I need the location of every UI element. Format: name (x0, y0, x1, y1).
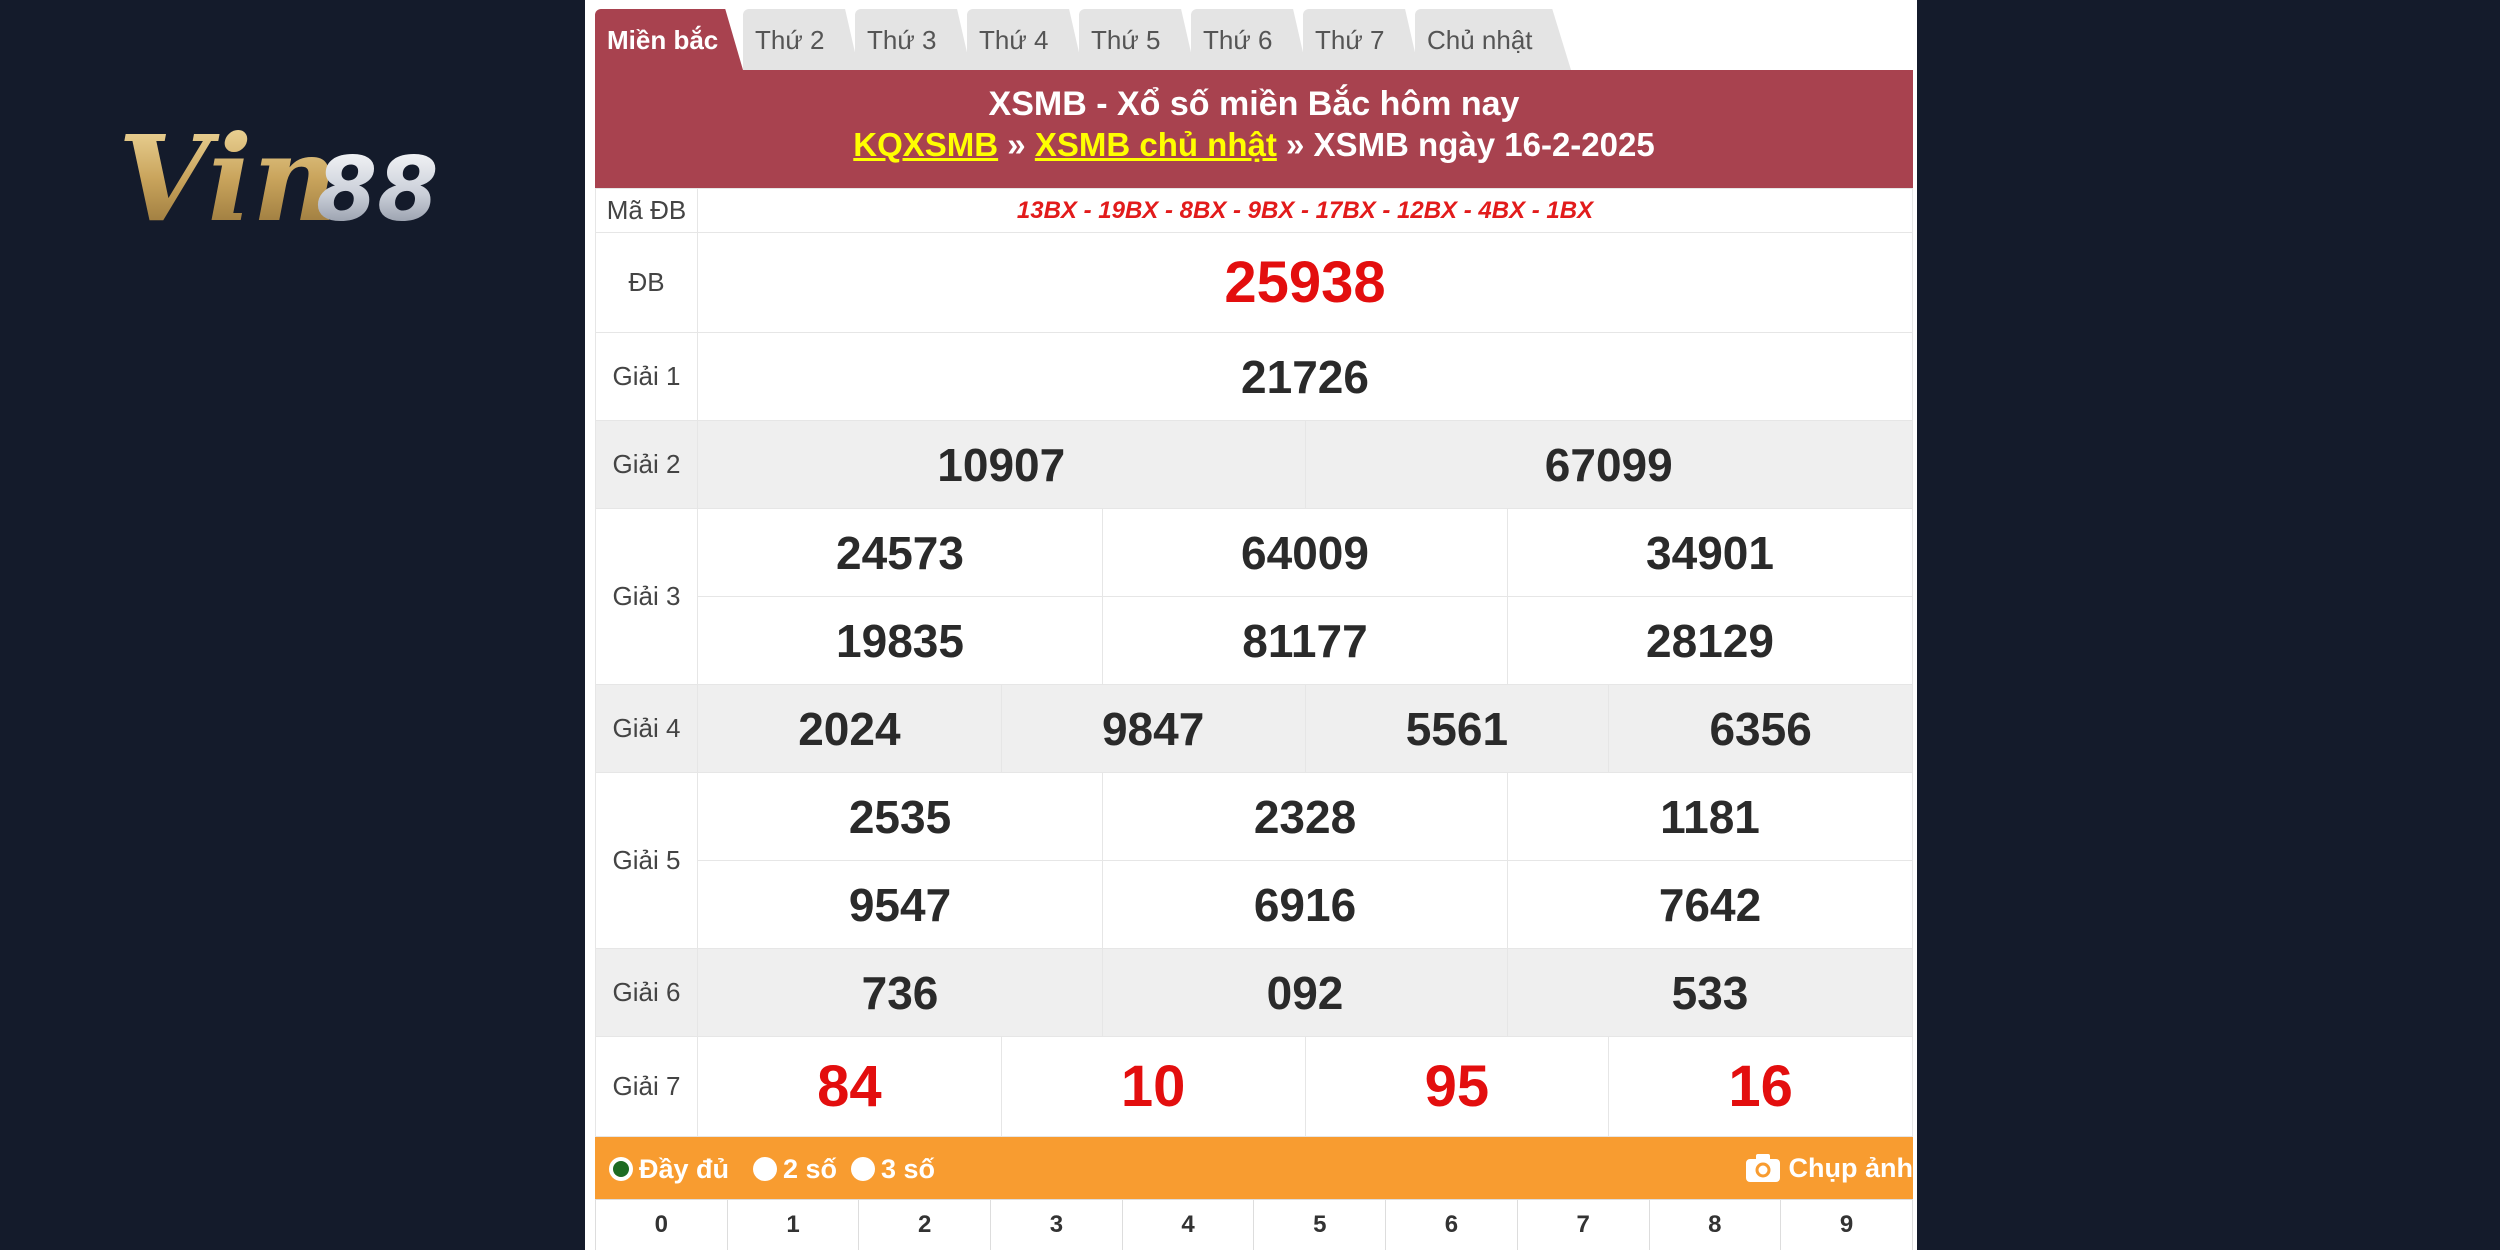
g5-number: 7642 (1507, 860, 1913, 949)
g4-number: 5561 (1304, 684, 1610, 773)
option-3-digits[interactable]: 3 số (851, 1137, 935, 1201)
g3-number: 81177 (1102, 596, 1508, 685)
ma-db-codes: 13BX - 19BX - 8BX - 9BX - 17BX - 12BX - … (697, 188, 1913, 233)
g6-number: 092 (1102, 948, 1508, 1037)
tab-thu-5[interactable]: Thứ 5 (1079, 9, 1195, 70)
digit-head-row: 0 1 2 3 4 5 6 7 8 9 (595, 1199, 1913, 1250)
digit-cell: 4 (1121, 1199, 1255, 1250)
digit-cell: 7 (1516, 1199, 1650, 1250)
g6-number: 736 (697, 948, 1103, 1037)
svg-text:Vin: Vin (118, 110, 338, 240)
g5-number: 2535 (697, 772, 1103, 861)
page-title: XSMB - Xổ số miền Bắc hôm nay (988, 85, 1520, 123)
tab-thu-2[interactable]: Thứ 2 (743, 9, 859, 70)
row-giai-1: Giải 1 21726 (595, 332, 1913, 421)
g5-number: 1181 (1507, 772, 1913, 861)
tab-chu-nhat[interactable]: Chủ nhật (1415, 9, 1571, 70)
tab-thu-7[interactable]: Thứ 7 (1303, 9, 1419, 70)
tab-thu-6[interactable]: Thứ 6 (1191, 9, 1307, 70)
label-g1: Giải 1 (595, 332, 698, 421)
results-table: Mã ĐB 13BX - 19BX - 8BX - 9BX - 17BX - 1… (595, 188, 1913, 1137)
option-2-label: 2 số (783, 1154, 838, 1184)
row-ma-db: Mã ĐB 13BX - 19BX - 8BX - 9BX - 17BX - 1… (595, 188, 1913, 233)
row-giai-3a: Giải 3 24573 64009 34901 (595, 508, 1913, 685)
row-giai-7: Giải 7 84 10 95 16 (595, 1036, 1913, 1137)
breadcrumb-sep-1: » (998, 126, 1035, 163)
label-g6: Giải 6 (595, 948, 698, 1037)
g4-number: 2024 (697, 684, 1002, 773)
digit-cell: 8 (1648, 1199, 1782, 1250)
g5-number: 9547 (697, 860, 1103, 949)
digit-cell: 5 (1253, 1199, 1387, 1250)
row-giai-6: Giải 6 736 092 533 (595, 948, 1913, 1037)
option-2-digits[interactable]: 2 số (753, 1137, 837, 1201)
g4-number: 6356 (1608, 684, 1913, 773)
vin88-logo: Vin 88 (118, 110, 438, 240)
g5-number: 2328 (1102, 772, 1508, 861)
tab-mien-bac[interactable]: Miền bắc (595, 9, 743, 70)
g3-number: 24573 (697, 508, 1103, 597)
g3-number: 28129 (1507, 596, 1913, 685)
g7-number: 10 (1000, 1036, 1306, 1137)
row-giai-2: Giải 2 10907 67099 (595, 420, 1913, 509)
label-g7: Giải 7 (595, 1036, 698, 1137)
option-full[interactable]: Đầy đủ (609, 1137, 729, 1201)
breadcrumb-xsmb-chu-nhat[interactable]: XSMB chủ nhật (1035, 126, 1277, 163)
g1-number: 21726 (697, 332, 1913, 421)
label-g3: Giải 3 (595, 508, 698, 685)
g3-number: 34901 (1507, 508, 1913, 597)
g7-number: 84 (697, 1036, 1002, 1137)
g3-number: 19835 (697, 596, 1103, 685)
results-header: XSMB - Xổ số miền Bắc hôm nay KQXSMB » X… (595, 70, 1913, 188)
digit-cell: 3 (990, 1199, 1123, 1250)
digit-cell: 6 (1385, 1199, 1518, 1250)
option-3-label: 3 số (881, 1154, 936, 1184)
lottery-panel: Miền bắc Thứ 2 Thứ 3 Thứ 4 Thứ 5 Thứ 6 T… (585, 0, 1917, 1250)
label-g5: Giải 5 (595, 772, 698, 949)
radio-selected-icon[interactable] (609, 1157, 633, 1181)
special-prize-number: 25938 (697, 232, 1913, 333)
label-ma-db: Mã ĐB (595, 188, 698, 233)
tab-thu-3[interactable]: Thứ 3 (855, 9, 971, 70)
row-dac-biet: ĐB 25938 (595, 232, 1913, 333)
row-giai-4: Giải 4 2024 9847 5561 6356 (595, 684, 1913, 773)
option-full-label: Đầy đủ (639, 1154, 730, 1184)
digit-cell: 0 (595, 1199, 728, 1250)
breadcrumb-current: XSMB ngày 16-2-2025 (1313, 126, 1655, 163)
radio-icon[interactable] (851, 1157, 875, 1181)
breadcrumb-kqxsmb[interactable]: KQXSMB (853, 126, 998, 163)
label-g2: Giải 2 (595, 420, 698, 509)
label-db: ĐB (595, 232, 698, 333)
display-options-bar: Đầy đủ 2 số 3 số Chụp ảnh (595, 1137, 1913, 1199)
g2-number: 67099 (1304, 420, 1913, 509)
g7-number: 95 (1304, 1036, 1610, 1137)
snapshot-label: Chụp ảnh (1788, 1153, 1913, 1183)
breadcrumb: KQXSMB » XSMB chủ nhật » XSMB ngày 16-2-… (595, 124, 1913, 166)
g4-number: 9847 (1000, 684, 1306, 773)
g7-number: 16 (1608, 1036, 1913, 1137)
digit-cell: 1 (726, 1199, 860, 1250)
g2-number: 10907 (697, 420, 1306, 509)
snapshot-button[interactable]: Chụp ảnh (1745, 1137, 1913, 1199)
g6-number: 533 (1507, 948, 1913, 1037)
g5-number: 6916 (1102, 860, 1508, 949)
svg-text:88: 88 (316, 138, 438, 240)
camera-icon (1745, 1154, 1780, 1182)
radio-icon[interactable] (753, 1157, 777, 1181)
day-tabs: Miền bắc Thứ 2 Thứ 3 Thứ 4 Thứ 5 Thứ 6 T… (595, 7, 1913, 70)
digit-cell: 2 (858, 1199, 992, 1250)
label-g4: Giải 4 (595, 684, 698, 773)
row-giai-3b: 19835 81177 28129 (596, 596, 1913, 685)
row-giai-5b: 9547 6916 7642 (596, 860, 1913, 949)
row-giai-5a: Giải 5 2535 2328 1181 (595, 772, 1913, 949)
breadcrumb-sep-2: » (1276, 126, 1314, 163)
tab-thu-4[interactable]: Thứ 4 (967, 9, 1083, 70)
digit-cell: 9 (1780, 1199, 1913, 1250)
g3-number: 64009 (1102, 508, 1508, 597)
